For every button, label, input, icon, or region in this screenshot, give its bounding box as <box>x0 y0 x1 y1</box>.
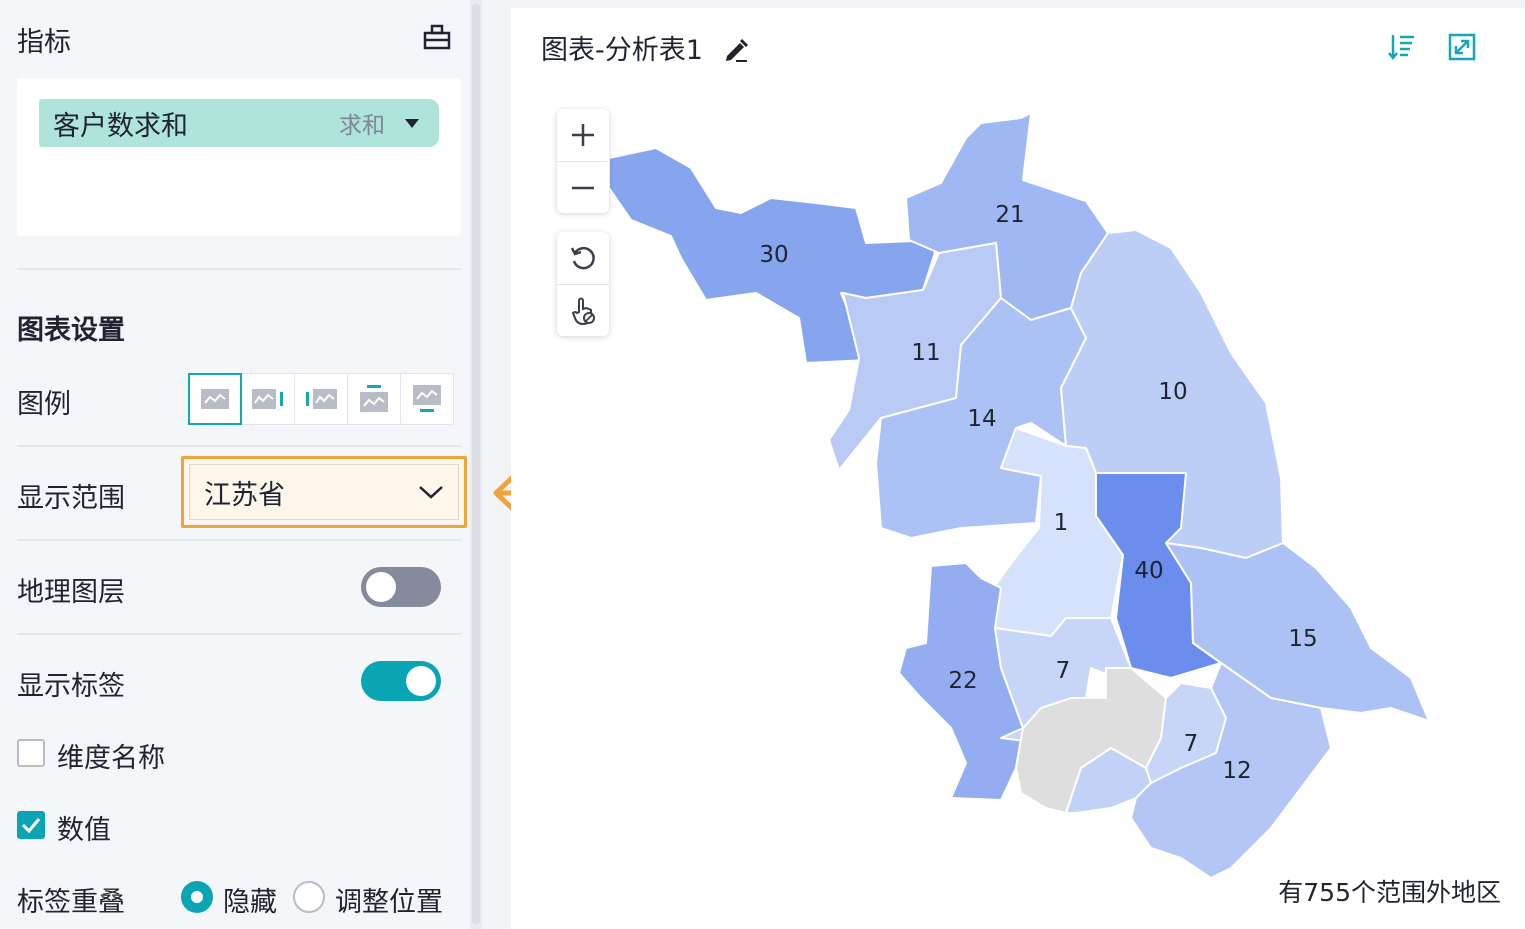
metric-settings-icon[interactable] <box>422 22 452 52</box>
map-label-lianyungang: 21 <box>995 202 1024 228</box>
divider <box>17 539 461 541</box>
legend-hidden-icon <box>201 389 229 409</box>
checkmark-icon <box>21 818 41 834</box>
map-label-yangzhou: 1 <box>1054 510 1069 536</box>
label-overlap-adjust-radio[interactable] <box>293 881 325 913</box>
chevron-down-icon[interactable] <box>418 484 444 500</box>
map-zoom-controls <box>557 109 609 213</box>
divider <box>17 445 461 447</box>
legend-option-bottom[interactable] <box>400 373 454 425</box>
map-label-xuzhou: 30 <box>759 242 788 268</box>
metric-pill[interactable]: 客户数求和 求和 <box>39 99 439 147</box>
chart-panel: 图表-分析表1 30 21 11 14 10 1 40 15 22 7 7 12… <box>511 8 1525 929</box>
geo-layer-toggle[interactable] <box>361 567 441 607</box>
label-overlap-adjust-label[interactable]: 调整位置 <box>335 880 443 919</box>
display-range-label: 显示范围 <box>17 483 125 514</box>
chart-settings-panel: 指标 客户数求和 求和 图表设置 图例 显示范围 江苏省 地理图层 显示标签 维… <box>0 0 470 929</box>
minus-icon <box>572 186 594 189</box>
legend-bottom-icon <box>413 385 441 412</box>
caret-down-icon[interactable] <box>405 118 419 128</box>
map-label-huaian: 14 <box>967 406 996 432</box>
choropleth-map[interactable]: 30 21 11 14 10 1 40 15 22 7 7 12 <box>511 8 1525 929</box>
divider <box>17 268 461 270</box>
zoom-in-button[interactable] <box>557 109 609 161</box>
dimension-name-label: 维度名称 <box>57 743 165 774</box>
legend-option-right[interactable] <box>241 373 295 425</box>
display-range-select[interactable]: 江苏省 <box>181 456 467 528</box>
legend-position-group <box>188 373 454 425</box>
plus-icon <box>572 124 594 146</box>
map-label-zhenjiang: 7 <box>1056 658 1071 684</box>
legend-left-icon <box>306 389 337 409</box>
metric-drop-area[interactable]: 客户数求和 求和 <box>17 78 461 236</box>
map-view-controls <box>557 232 609 336</box>
map-label-nantong: 15 <box>1288 626 1317 652</box>
legend-option-left[interactable] <box>294 373 348 425</box>
refresh-icon <box>570 246 595 270</box>
metric-aggregation: 求和 <box>339 113 385 139</box>
map-label-yancheng: 10 <box>1158 379 1187 405</box>
label-overlap-hide-label[interactable]: 隐藏 <box>223 880 277 919</box>
scrollbar-thumb[interactable] <box>472 4 480 924</box>
map-label-nanjing: 22 <box>948 668 977 694</box>
legend-right-icon <box>252 389 283 409</box>
value-label: 数值 <box>57 815 111 846</box>
toggle-knob <box>366 572 396 602</box>
panel-scrollbar[interactable] <box>470 0 482 929</box>
metric-name: 客户数求和 <box>53 110 188 142</box>
toggle-knob <box>406 666 436 696</box>
value-checkbox[interactable] <box>17 811 45 839</box>
reset-view-button[interactable] <box>557 232 609 284</box>
show-labels-toggle[interactable] <box>361 661 441 701</box>
map-label-suqian: 11 <box>911 340 940 366</box>
legend-top-icon <box>360 385 388 412</box>
pan-select-button[interactable] <box>557 284 609 336</box>
show-labels-label: 显示标签 <box>17 671 125 702</box>
map-label-taizhou: 40 <box>1134 558 1163 584</box>
display-range-value: 江苏省 <box>204 479 285 511</box>
dimension-name-checkbox[interactable] <box>17 739 45 767</box>
legend-option-hidden[interactable] <box>188 373 242 425</box>
label-overlap-hide-radio[interactable] <box>181 881 213 913</box>
out-of-range-note: 有755个范围外地区 <box>1278 878 1501 907</box>
label-overlap-label: 标签重叠 <box>17 887 125 918</box>
geo-layer-label: 地理图层 <box>17 577 125 608</box>
map-label-suzhou: 12 <box>1222 758 1251 784</box>
chart-settings-title: 图表设置 <box>17 315 125 346</box>
metrics-title: 指标 <box>17 27 71 58</box>
hand-pointer-icon <box>571 297 595 325</box>
zoom-out-button[interactable] <box>557 161 609 213</box>
map-label-changzhou: 7 <box>1184 731 1199 757</box>
display-range-field[interactable]: 江苏省 <box>189 464 459 520</box>
legend-label: 图例 <box>17 389 71 420</box>
legend-option-top[interactable] <box>347 373 401 425</box>
divider <box>17 633 461 635</box>
